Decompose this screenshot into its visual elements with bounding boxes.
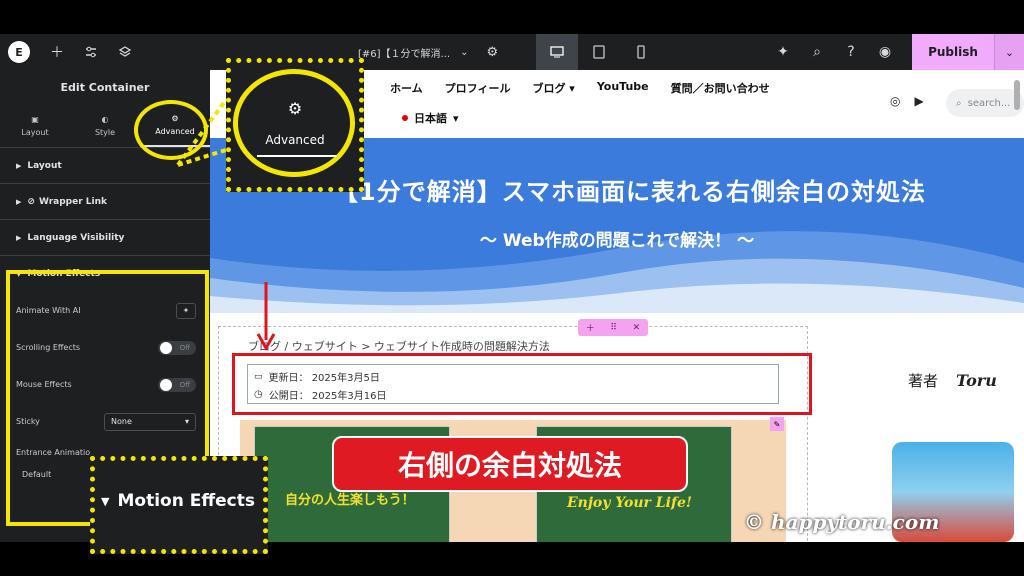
preview-eye-icon[interactable]: ◉ [868,34,902,70]
japan-flag-icon [402,115,408,121]
callout-connector [176,98,228,167]
active-tab-underline [257,155,337,157]
nav-item-home[interactable]: ホーム [390,80,423,96]
help-icon[interactable]: ? [834,34,868,70]
search-icon: ⌕ [956,97,962,109]
language-label: 日本語 [414,112,447,125]
nav-item-youtube[interactable]: YouTube [597,80,649,96]
add-icon[interactable]: ＋ [586,321,595,334]
author-label: 著者 [908,372,939,390]
section-layout-label: Layout [27,160,62,171]
search-placeholder: search... [967,97,1011,109]
advanced-zoom-callout: ⚙ Advanced [226,58,364,192]
mobile-icon[interactable] [620,34,662,70]
clock-icon: ◷ [254,389,263,400]
motion-effects-zoom-callout: ▼ Motion Effects [90,456,268,554]
published-date: 公開日： 2025年3月16日 [268,391,387,402]
hero-title: 【1分で解消】スマホ画面に表れる右側余白の対処法 [334,178,926,206]
screenshot-frame: E ＋ [#6]【１分で解消... ⌄ ⚙ ✦ ⌕ ? ◉ Publish ⌄ … [0,0,1024,576]
instagram-icon[interactable]: ◎ [890,94,900,108]
tab-layout[interactable]: ▣ Layout [0,104,70,147]
caret-down-icon: ▾ [453,111,459,125]
caret-down-icon: ▾ [569,82,575,95]
tablet-icon[interactable] [578,34,620,70]
scrollbar[interactable] [1014,80,1020,110]
nav-item-contact[interactable]: 質問／お問い合わせ [671,80,770,96]
youtube-icon[interactable]: ▶ [914,94,923,108]
breadcrumb: ブログ / ウェブサイト > ウェブサイト作成時の問題解決方法 [248,340,550,353]
site-nav: ホーム プロフィール ブログ ▾ YouTube 質問／お問い合わせ [390,80,770,96]
tab-style[interactable]: ◐ Style [70,104,140,147]
sliders-icon[interactable] [74,34,108,70]
edit-pencil-icon[interactable]: ✎ [770,417,784,431]
gear-icon: ⚙ [287,99,303,118]
layout-icon: ▣ [31,114,39,124]
link-icon: ⊘ [27,196,35,207]
caret-right-icon: ▶ [16,161,22,170]
caret-right-icon: ▶ [16,197,22,206]
published-date-line: ◷ 公開日： 2025年3月16日 [254,387,386,402]
nav-item-blog-label: ブログ [532,82,566,95]
updated-date-line: ▭ 更新日： 2025年3月5日 [254,369,380,385]
red-arrow-down-icon [256,282,276,352]
card-right-text: Enjoy Your Life! [567,495,693,511]
site-search-input[interactable]: ⌕ search... [946,89,1024,117]
motion-effects-callout-text: Motion Effects [117,491,255,511]
ai-sparkle-icon[interactable]: ✦ [766,34,800,70]
page-settings-gear-icon[interactable]: ⚙ [486,45,498,60]
section-wrapper-link[interactable]: ▶ ⊘ Wrapper Link [0,184,210,220]
hero-subtitle: ～ Web作成の問題これで解決！ ～ [479,231,755,251]
drag-handle-icon[interactable]: ⠿ [610,323,617,333]
motion-effects-callout-label: ▼ Motion Effects [101,491,255,511]
device-switcher [536,34,662,70]
section-language-visibility[interactable]: ▶ Language Visibility [0,220,210,256]
tab-style-label: Style [94,127,116,137]
watermark: © happytoru.com [744,510,940,534]
author-name[interactable]: Toru [956,371,997,390]
caret-down-icon: ▼ [101,494,110,508]
advanced-callout-label: Advanced [265,133,325,147]
section-language-visibility-label: Language Visibility [27,232,125,243]
topbar-right-icons: ✦ ⌕ ? ◉ [766,34,902,70]
author-info: 著者 Toru [908,370,997,391]
editor-topbar: E ＋ [#6]【１分で解消... ⌄ ⚙ ✦ ⌕ ? ◉ Publish ⌄ [0,34,1024,70]
style-icon: ◐ [101,114,109,124]
thumbnail-banner: 右側の余白対処法 [332,436,688,492]
desktop-icon[interactable] [536,34,578,70]
updated-date: 更新日： 2025年3月5日 [268,373,380,384]
close-icon[interactable]: ✕ [633,323,641,333]
advanced-callout-ring [233,69,355,177]
container-icon: ▭ [254,371,263,382]
publish-button[interactable]: Publish [912,34,994,70]
layers-icon[interactable] [108,34,142,70]
caret-right-icon: ▶ [16,233,22,242]
elementor-logo[interactable]: E [8,41,30,63]
document-title-dropdown[interactable]: [#6]【１分で解消... ⌄ ⚙ [358,34,498,70]
dates-highlight-box: ▭ 更新日： 2025年3月5日 ◷ 公開日： 2025年3月16日 [232,353,812,415]
social-icons: ◎ ▶ [890,94,924,108]
language-switcher[interactable]: 日本語 ▾ [402,110,459,126]
chevron-down-icon: ⌄ [460,46,469,58]
document-title: [#6]【１分で解消... [358,48,451,60]
post-dates[interactable]: ▭ 更新日： 2025年3月5日 ◷ 公開日： 2025年3月16日 [247,364,779,404]
nav-item-blog[interactable]: ブログ ▾ [532,80,574,96]
section-wrapper-link-label: Wrapper Link [38,196,107,207]
nav-item-profile[interactable]: プロフィール [445,80,511,96]
publish-options-chevron-icon[interactable]: ⌄ [994,34,1024,70]
tab-layout-label: Layout [21,127,49,137]
plus-icon[interactable]: ＋ [40,34,74,70]
container-handle[interactable]: ＋ ⠿ ✕ [578,319,648,336]
search-icon[interactable]: ⌕ [800,34,834,70]
